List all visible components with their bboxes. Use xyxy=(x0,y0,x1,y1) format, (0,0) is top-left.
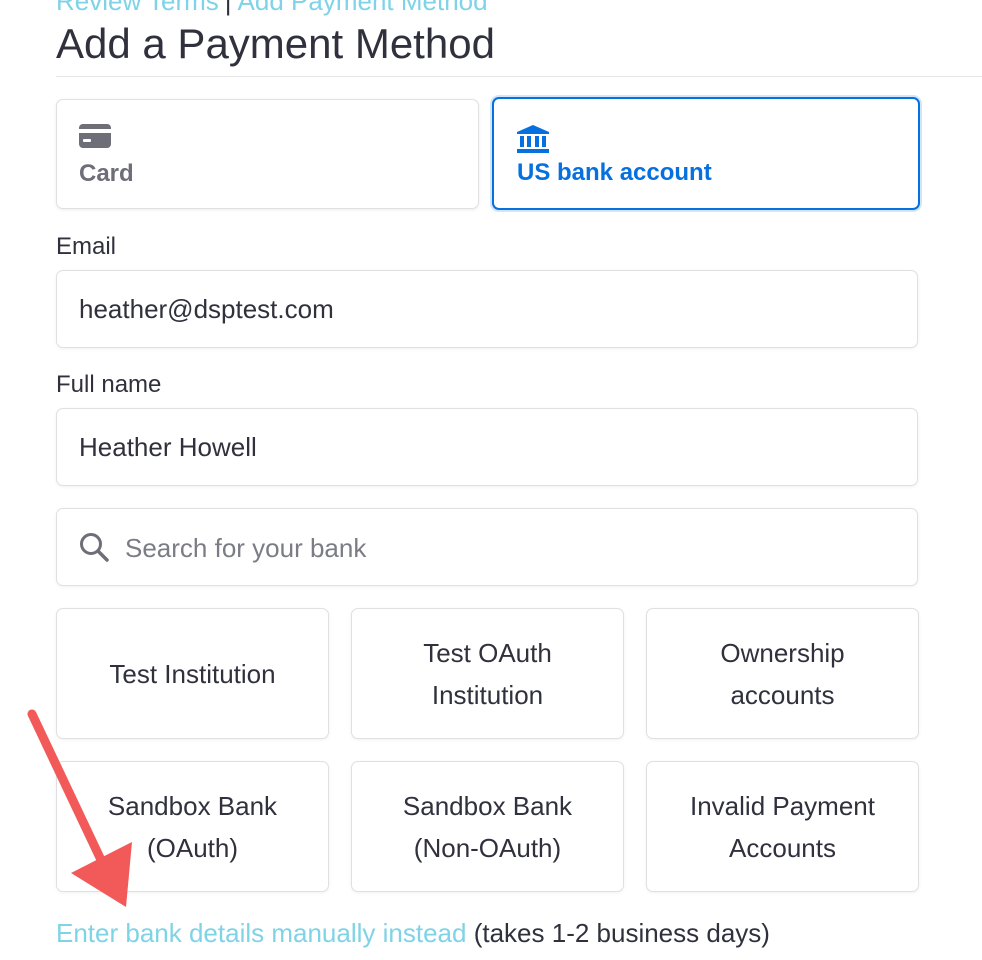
manual-entry-note: (takes 1-2 business days) xyxy=(473,918,770,948)
manual-entry-footer: Enter bank details manually instead (tak… xyxy=(56,918,770,949)
email-field[interactable] xyxy=(56,270,918,348)
breadcrumb: Review Terms | Add Payment Method xyxy=(56,0,488,17)
email-label: Email xyxy=(56,233,117,260)
breadcrumb-current-link[interactable]: Add Payment Method xyxy=(238,0,488,16)
full-name-field[interactable] xyxy=(56,408,918,486)
manual-entry-link[interactable]: Enter bank details manually instead xyxy=(56,918,466,948)
breadcrumb-parent-link[interactable]: Review Terms xyxy=(56,0,219,16)
bank-tile-ownership-accounts[interactable]: Ownership accounts xyxy=(646,608,919,739)
bank-search-input[interactable] xyxy=(123,509,907,587)
page-title: Add a Payment Method xyxy=(56,20,495,67)
full-name-label: Full name xyxy=(56,371,162,398)
bank-tile-test-institution[interactable]: Test Institution xyxy=(56,608,329,739)
tab-card[interactable]: Card xyxy=(56,99,479,209)
breadcrumb-separator: | xyxy=(224,0,232,16)
bank-icon xyxy=(517,125,549,158)
bank-tile-sandbox-bank-oauth[interactable]: Sandbox Bank (OAuth) xyxy=(56,761,329,892)
tab-card-label: Card xyxy=(79,160,134,187)
bank-tile-invalid-payment-accounts[interactable]: Invalid Payment Accounts xyxy=(646,761,919,892)
bank-tile-sandbox-bank-non-oauth[interactable]: Sandbox Bank (Non-OAuth) xyxy=(351,761,624,892)
title-divider xyxy=(56,76,982,77)
bank-search-box[interactable] xyxy=(56,508,918,587)
search-icon xyxy=(79,532,109,567)
credit-card-icon xyxy=(79,124,111,153)
tab-us-bank-account-label: US bank account xyxy=(517,159,712,186)
bank-tile-test-oauth-institution[interactable]: Test OAuth Institution xyxy=(351,608,624,739)
tab-us-bank-account[interactable]: US bank account xyxy=(492,97,920,210)
